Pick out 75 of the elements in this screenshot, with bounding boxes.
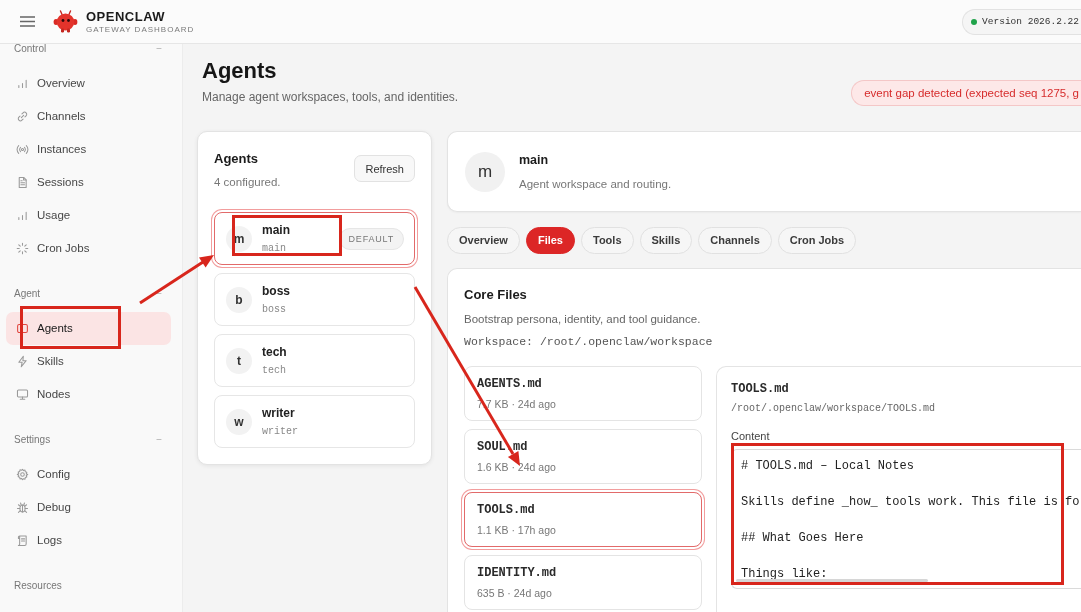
sidebar-item[interactable]: Logs — [6, 523, 171, 557]
file-meta: 1.1 KB · 17h ago — [477, 523, 557, 537]
monitor-icon — [16, 387, 29, 401]
panel-title: Agents — [214, 150, 260, 168]
lightning-icon — [16, 354, 29, 368]
sidebar-item[interactable]: Config — [6, 457, 171, 491]
card-description: Bootstrap persona, identity, and tool guidance. — [464, 312, 702, 327]
sidebar-item[interactable]: Instances — [6, 132, 171, 166]
document-icon — [16, 175, 29, 189]
file-name: IDENTITY.md — [477, 565, 558, 581]
sidebar-item[interactable]: Cron Jobs — [6, 231, 171, 265]
page-subtitle: Manage agent workspaces, tools, and identities. — [202, 89, 459, 105]
panel-icon — [16, 321, 29, 335]
file-list-item[interactable]: IDENTITY.md 635 B · 24d ago — [464, 555, 702, 610]
agent-avatar: b — [226, 286, 252, 313]
sidebar-item[interactable]: Agents — [6, 311, 171, 345]
app-title: OPENCLAW — [86, 8, 167, 24]
logo-icon — [53, 10, 78, 33]
error-toast: event gap detected (expected seq 1275, g — [851, 80, 1081, 106]
agent-id: main — [262, 241, 287, 255]
menu-icon[interactable] — [20, 16, 35, 27]
tab[interactable]: Tools — [581, 227, 634, 254]
sidebar-item[interactable]: Overview — [6, 66, 171, 100]
file-meta: 1.6 KB · 24d ago — [477, 460, 557, 474]
sidebar-item[interactable]: Nodes — [6, 377, 171, 411]
agent-name: writer — [262, 405, 296, 421]
agent-name: tech — [262, 344, 287, 360]
card-title: Core Files — [464, 286, 528, 304]
link-icon — [16, 109, 29, 123]
scroll-icon — [16, 533, 29, 547]
tab[interactable]: Skills — [639, 227, 693, 254]
field-label: Content — [731, 429, 771, 443]
sidebar-item[interactable]: Usage — [6, 198, 171, 232]
agent-name: main — [262, 222, 290, 238]
editor-file-path: /root/.openclaw/workspace/TOOLS.md — [731, 402, 937, 416]
agent-description: Agent workspace and routing. — [519, 176, 672, 192]
agent-avatar: t — [226, 347, 252, 374]
tab[interactable]: Overview — [447, 227, 520, 254]
tab[interactable]: Channels — [698, 227, 772, 254]
agent-avatar: m — [465, 151, 505, 192]
agent-list-item[interactable]: b boss boss — [214, 273, 415, 326]
agent-list-item[interactable]: t tech tech — [214, 334, 415, 387]
section-label: Resources — [14, 581, 62, 591]
file-meta: 635 B · 24d ago — [477, 586, 553, 600]
agent-list-item[interactable]: w writer writer — [214, 395, 415, 448]
version-text: Version 2026.2.22 — [982, 16, 1079, 27]
bug-icon — [16, 500, 29, 514]
agent-id: tech — [262, 363, 287, 377]
file-name: TOOLS.md — [477, 502, 536, 518]
loader-icon — [16, 241, 29, 255]
section-label: Settings — [14, 435, 51, 445]
section-label: Control — [14, 44, 47, 54]
agent-count: 4 configured. — [214, 175, 281, 190]
agent-id: writer — [262, 424, 298, 438]
agent-name: boss — [262, 283, 290, 299]
agent-avatar: w — [226, 408, 252, 435]
broadcast-icon — [16, 142, 29, 156]
section-label: Agent — [14, 289, 41, 299]
agent-list-item[interactable]: m main main DEFAULT — [214, 212, 415, 265]
file-list-item[interactable]: TOOLS.md 1.1 KB · 17h ago — [464, 492, 702, 547]
sidebar-item[interactable]: Sessions — [6, 165, 171, 199]
agent-name: main — [519, 151, 550, 168]
sidebar-item[interactable]: Skills — [6, 344, 171, 378]
tab[interactable]: Cron Jobs — [777, 227, 857, 254]
file-name: AGENTS.md — [477, 376, 543, 392]
gear-icon — [16, 467, 29, 481]
editor-file-name: TOOLS.md — [731, 381, 790, 397]
tab[interactable]: Files — [525, 227, 575, 254]
refresh-button[interactable]: Refresh — [354, 155, 415, 182]
page-title: Agents — [202, 58, 278, 84]
workspace-path: Workspace: /root/.openclaw/workspace — [464, 334, 714, 350]
app-subtitle: GATEWAY DASHBOARD — [86, 24, 195, 35]
sidebar-item[interactable]: Debug — [6, 490, 171, 524]
sidebar-item[interactable]: Channels — [6, 99, 171, 133]
agent-id: boss — [262, 302, 287, 316]
